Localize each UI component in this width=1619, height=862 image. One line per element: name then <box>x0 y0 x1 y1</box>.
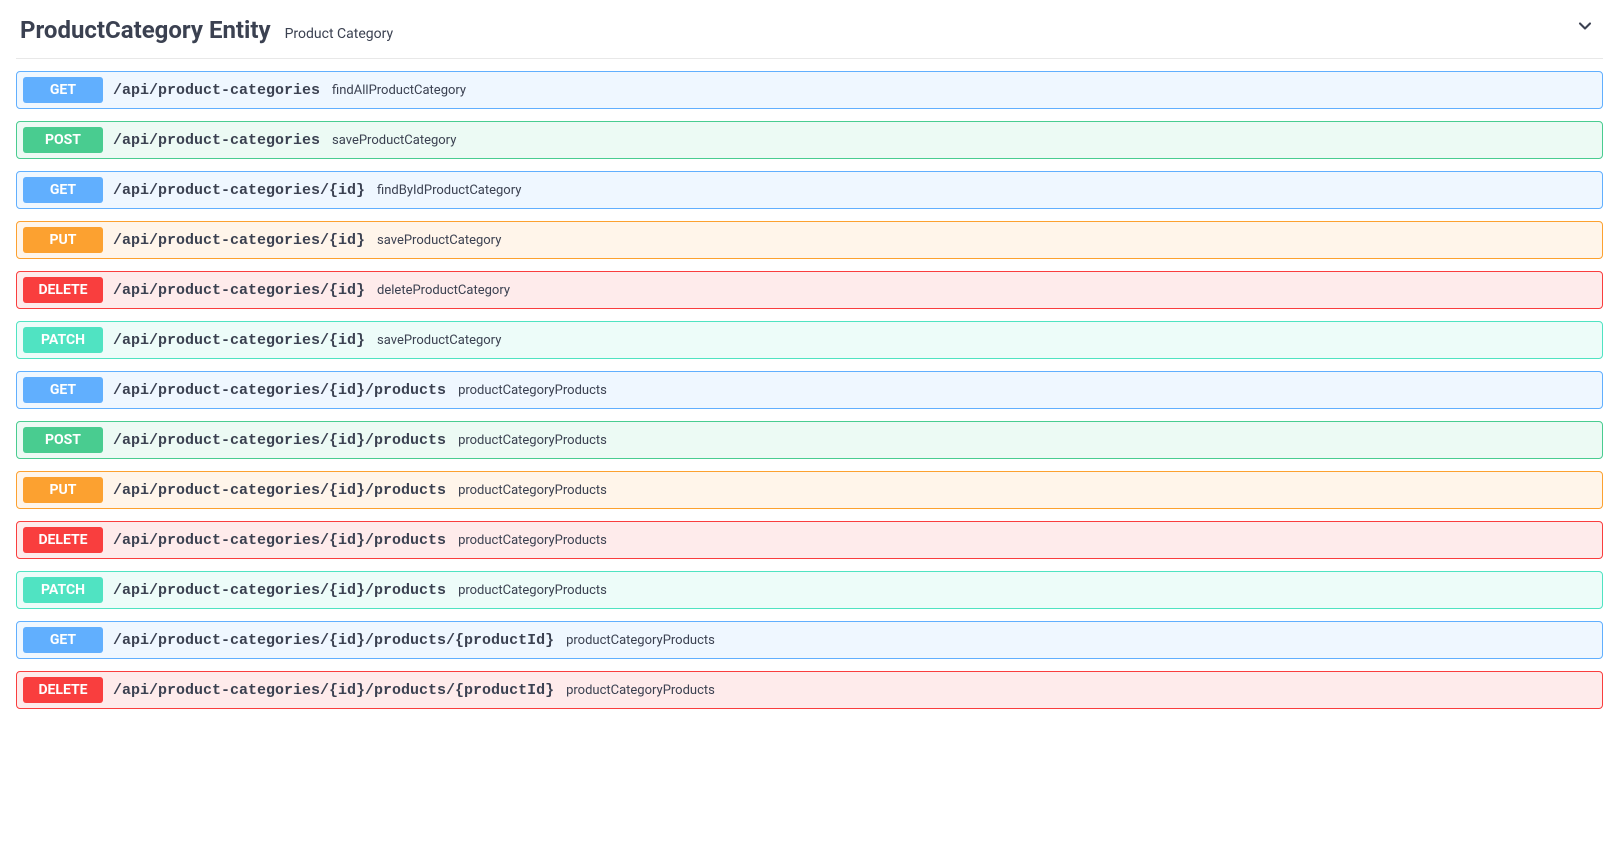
operation-row[interactable]: GET/api/product-categories findAllProduct… <box>16 71 1603 109</box>
http-method-badge: POST <box>23 427 103 453</box>
endpoint-description: saveProductCategory <box>377 333 501 348</box>
http-method-badge: GET <box>23 627 103 653</box>
http-method-badge: DELETE <box>23 527 103 553</box>
operation-row[interactable]: PUT/api/product-categories/{id} saveProdu… <box>16 221 1603 259</box>
endpoint-description: productCategoryProducts <box>458 583 607 598</box>
endpoint-path: /api/product-categories <box>113 132 320 149</box>
endpoint-description: saveProductCategory <box>377 233 501 248</box>
operation-row[interactable]: PATCH/api/product-categories/{id} savePro… <box>16 321 1603 359</box>
endpoint-path: /api/product-categories/{id}/products <box>113 532 446 549</box>
operation-row[interactable]: GET/api/product-categories/{id}/products… <box>16 621 1603 659</box>
section-subtitle: Product Category <box>285 26 394 42</box>
endpoint-path: /api/product-categories/{id}/products <box>113 382 446 399</box>
http-method-badge: GET <box>23 177 103 203</box>
endpoint-path: /api/product-categories/{id} <box>113 282 365 299</box>
http-method-badge: GET <box>23 77 103 103</box>
http-method-badge: DELETE <box>23 677 103 703</box>
endpoint-path: /api/product-categories/{id}/products <box>113 482 446 499</box>
endpoint-description: productCategoryProducts <box>458 433 607 448</box>
endpoint-path: /api/product-categories/{id}/products <box>113 432 446 449</box>
endpoint-description: productCategoryProducts <box>458 533 607 548</box>
endpoint-description: productCategoryProducts <box>566 633 715 648</box>
http-method-badge: DELETE <box>23 277 103 303</box>
endpoint-path: /api/product-categories/{id}/products/{p… <box>113 682 554 699</box>
endpoint-path: /api/product-categories/{id}/products/{p… <box>113 632 554 649</box>
endpoint-path: /api/product-categories <box>113 82 320 99</box>
operation-row[interactable]: POST/api/product-categories/{id}/product… <box>16 421 1603 459</box>
operation-row[interactable]: DELETE/api/product-categories/{id} delete… <box>16 271 1603 309</box>
endpoint-path: /api/product-categories/{id} <box>113 182 365 199</box>
operation-row[interactable]: DELETE/api/product-categories/{id}/produ… <box>16 671 1603 709</box>
endpoint-path: /api/product-categories/{id} <box>113 232 365 249</box>
section-header[interactable]: ProductCategory Entity Product Category <box>16 8 1603 59</box>
operations-list: GET/api/product-categories findAllProduct… <box>16 59 1603 709</box>
endpoint-description: productCategoryProducts <box>458 483 607 498</box>
http-method-badge: PATCH <box>23 327 103 353</box>
endpoint-path: /api/product-categories/{id}/products <box>113 582 446 599</box>
http-method-badge: GET <box>23 377 103 403</box>
endpoint-description: productCategoryProducts <box>458 383 607 398</box>
operation-row[interactable]: DELETE/api/product-categories/{id}/produ… <box>16 521 1603 559</box>
operation-row[interactable]: GET/api/product-categories/{id}/products… <box>16 371 1603 409</box>
http-method-badge: POST <box>23 127 103 153</box>
endpoint-description: findByIdProductCategory <box>377 183 521 198</box>
operation-row[interactable]: PATCH/api/product-categories/{id}/produc… <box>16 571 1603 609</box>
http-method-badge: PUT <box>23 477 103 503</box>
http-method-badge: PUT <box>23 227 103 253</box>
http-method-badge: PATCH <box>23 577 103 603</box>
chevron-down-icon[interactable] <box>1575 16 1595 40</box>
section-title: ProductCategory Entity <box>20 16 271 44</box>
endpoint-description: findAllProductCategory <box>332 83 466 98</box>
endpoint-description: saveProductCategory <box>332 133 456 148</box>
endpoint-description: deleteProductCategory <box>377 283 510 298</box>
endpoint-path: /api/product-categories/{id} <box>113 332 365 349</box>
endpoint-description: productCategoryProducts <box>566 683 715 698</box>
operation-row[interactable]: GET/api/product-categories/{id} findByIdP… <box>16 171 1603 209</box>
operation-row[interactable]: PUT/api/product-categories/{id}/products… <box>16 471 1603 509</box>
operation-row[interactable]: POST/api/product-categories saveProductCa… <box>16 121 1603 159</box>
